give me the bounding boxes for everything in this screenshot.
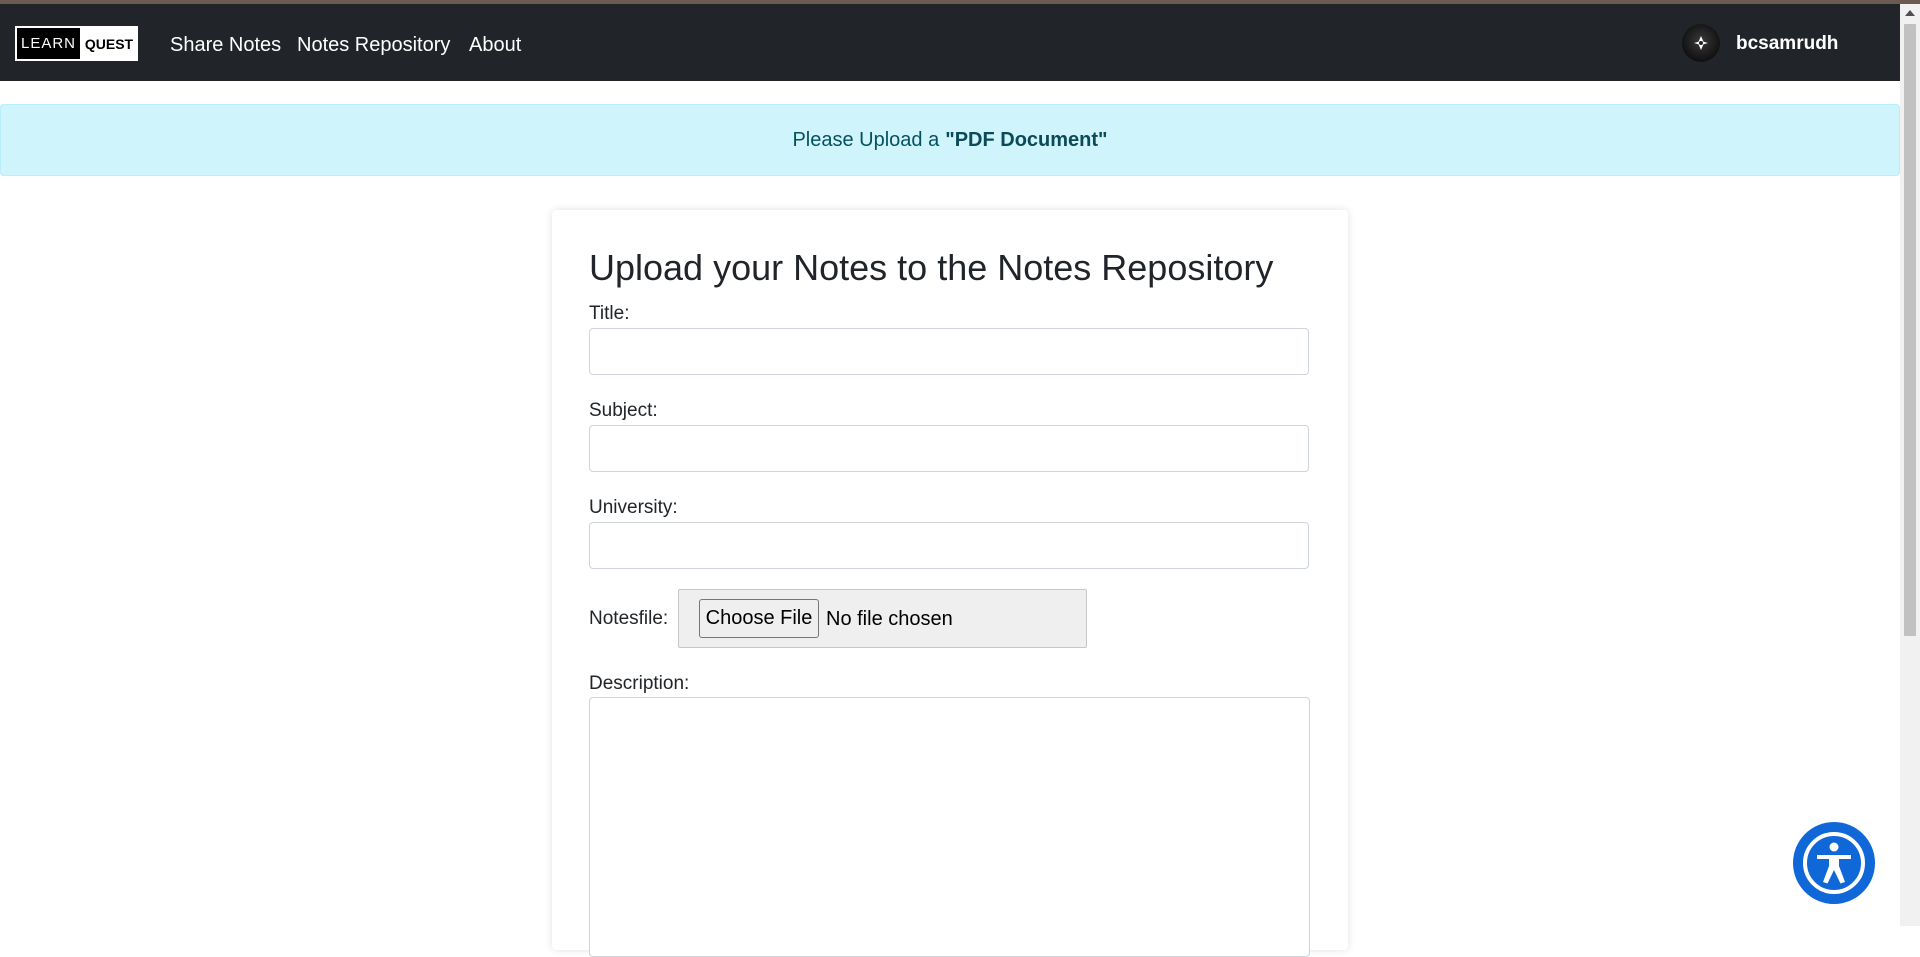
navbar: LEARN QUEST Share Notes Notes Repository… [0, 4, 1900, 81]
nav-about[interactable]: About [469, 33, 521, 57]
nav-notes-repository[interactable]: Notes Repository [297, 33, 450, 57]
choose-file-button[interactable]: Choose File [699, 599, 819, 638]
scroll-up-arrow-icon[interactable] [1905, 10, 1915, 16]
accessibility-figure-icon [1803, 832, 1865, 894]
title-input[interactable] [589, 328, 1309, 375]
page-scrollbar[interactable] [1900, 4, 1920, 926]
alert-text: Please Upload a [792, 128, 940, 151]
pdf-upload-alert: Please Upload a "PDF Document" [0, 104, 1900, 176]
username[interactable]: bcsamrudh [1736, 32, 1838, 56]
alert-emphasis: "PDF Document" [945, 128, 1108, 151]
accessibility-icon[interactable] [1793, 822, 1875, 904]
avatar-emblem-icon [1694, 36, 1708, 50]
notesfile-input[interactable]: Choose File No file chosen [678, 589, 1087, 648]
university-input[interactable] [589, 522, 1309, 569]
university-label: University: [589, 497, 678, 518]
logo-learn: LEARN [17, 28, 82, 59]
logo[interactable]: LEARN QUEST [15, 26, 138, 61]
nav-share-notes[interactable]: Share Notes [170, 33, 281, 57]
scroll-thumb[interactable] [1904, 24, 1916, 636]
title-label: Title: [589, 303, 630, 324]
description-textarea[interactable] [589, 697, 1310, 957]
notesfile-label: Notesfile: [589, 608, 669, 629]
logo-quest: QUEST [82, 28, 136, 59]
file-status-text: No file chosen [826, 608, 953, 630]
subject-input[interactable] [589, 425, 1309, 472]
page-title: Upload your Notes to the Notes Repositor… [589, 247, 1274, 288]
description-label: Description: [589, 673, 690, 694]
subject-label: Subject: [589, 400, 658, 421]
avatar-icon[interactable] [1682, 24, 1720, 62]
